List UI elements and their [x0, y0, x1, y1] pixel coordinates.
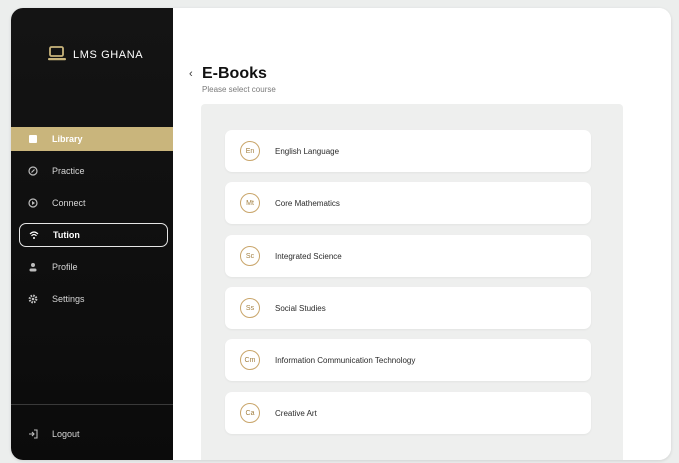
course-badge: En	[240, 141, 260, 161]
course-name: Creative Art	[275, 408, 317, 418]
sidebar-item-profile[interactable]: Profile	[11, 255, 173, 279]
course-item-integrated-science[interactable]: Sc Integrated Science	[225, 235, 591, 277]
course-item-creative-art[interactable]: Ca Creative Art	[225, 392, 591, 434]
course-badge: Sc	[240, 246, 260, 266]
edit-icon	[27, 165, 39, 177]
sidebar-nav: Library Practice Connect Tution Profile …	[11, 127, 173, 319]
gear-icon	[27, 293, 39, 305]
course-badge: Ss	[240, 298, 260, 318]
sidebar-item-practice[interactable]: Practice	[11, 159, 173, 183]
logout-icon	[27, 428, 39, 440]
sidebar-item-label: Tution	[53, 230, 80, 240]
sidebar-item-tution[interactable]: Tution	[19, 223, 168, 247]
course-badge: Cm	[240, 350, 260, 370]
back-chevron-icon[interactable]: ‹	[189, 68, 193, 80]
app-window: LMS GHANA Library Practice Connect Tutio…	[11, 8, 671, 460]
sidebar-item-settings[interactable]: Settings	[11, 287, 173, 311]
course-item-ict[interactable]: Cm Information Communication Technology	[225, 339, 591, 381]
sidebar-item-label: Profile	[52, 262, 78, 272]
course-name: Integrated Science	[275, 251, 342, 261]
course-name: English Language	[275, 146, 340, 156]
brand-name: LMS GHANA	[73, 48, 144, 61]
course-list: En English Language Mt Core Mathematics …	[201, 104, 623, 460]
sidebar-item-label: Library	[52, 134, 83, 144]
course-name: Information Communication Technology	[275, 355, 416, 365]
sidebar-divider	[11, 404, 173, 405]
course-badge: Mt	[240, 193, 260, 213]
logout-label: Logout	[52, 429, 80, 439]
user-icon	[27, 261, 39, 273]
sidebar: LMS GHANA Library Practice Connect Tutio…	[11, 8, 173, 460]
play-icon	[27, 197, 39, 209]
course-name: Core Mathematics	[275, 198, 340, 208]
sidebar-item-label: Practice	[52, 166, 85, 176]
logo: LMS GHANA	[48, 46, 143, 63]
page-subtitle: Please select course	[202, 85, 276, 94]
logout-button[interactable]: Logout	[27, 428, 80, 440]
sidebar-item-label: Connect	[52, 198, 86, 208]
course-item-social-studies[interactable]: Ss Social Studies	[225, 287, 591, 329]
course-item-english-language[interactable]: En English Language	[225, 130, 591, 172]
sidebar-item-label: Settings	[52, 294, 85, 304]
sidebar-item-library[interactable]: Library	[11, 127, 173, 151]
wifi-icon	[28, 229, 40, 241]
page-title: E-Books	[202, 65, 267, 82]
book-icon	[27, 133, 39, 145]
course-name: Social Studies	[275, 303, 326, 313]
logo-icon	[48, 46, 67, 63]
course-badge: Ca	[240, 403, 260, 423]
course-item-core-mathematics[interactable]: Mt Core Mathematics	[225, 182, 591, 224]
sidebar-item-connect[interactable]: Connect	[11, 191, 173, 215]
main-content: ‹ E-Books Please select course En Englis…	[173, 8, 671, 460]
